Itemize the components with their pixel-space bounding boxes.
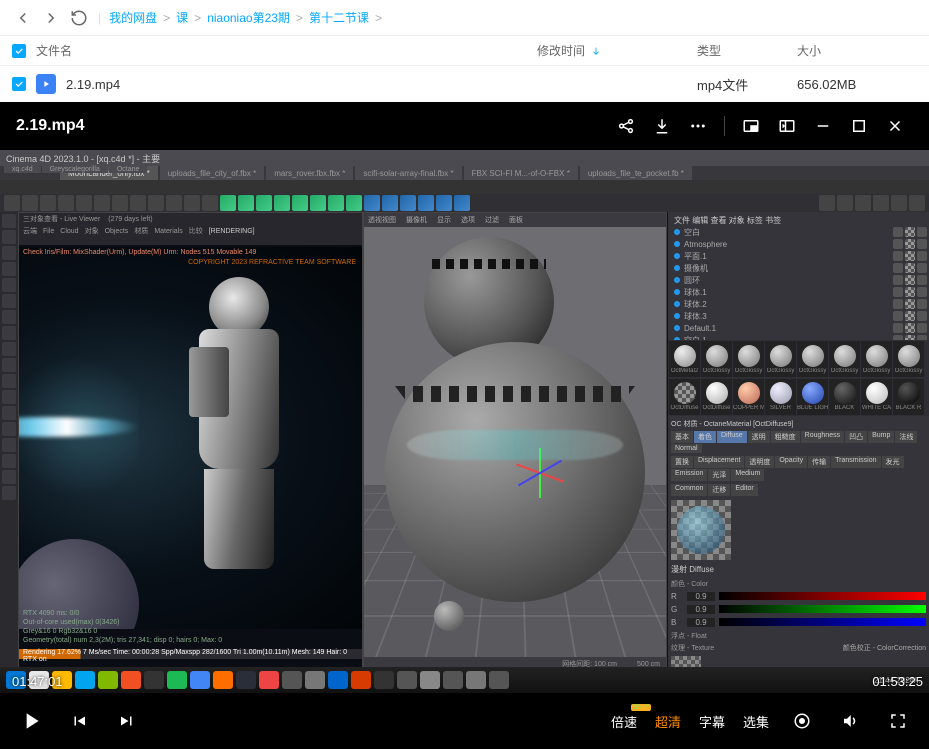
minimize-button[interactable] [805, 108, 841, 144]
play-button[interactable] [16, 706, 46, 736]
crumb-item[interactable]: 第十二节课 [309, 9, 369, 26]
c4d-window-title: Cinema 4D 2023.1.0 - [xq.c4d *] - 主要 [0, 150, 929, 166]
quality-button[interactable]: 超清 [655, 712, 681, 731]
refresh-button[interactable] [68, 7, 90, 29]
video-file-icon [36, 74, 56, 94]
c4d-toolbar [0, 194, 929, 212]
maximize-button[interactable] [841, 108, 877, 144]
forward-button[interactable] [40, 7, 62, 29]
attribute-manager: OC 材质 - OctaneMaterial [OctDiffuse9] 基本着… [668, 416, 929, 672]
material-preview [671, 500, 731, 560]
pip-button[interactable] [733, 108, 769, 144]
download-button[interactable] [644, 108, 680, 144]
c4d-left-toolbar [0, 212, 18, 672]
col-size[interactable]: 大小 [797, 42, 917, 59]
share-button[interactable] [608, 108, 644, 144]
close-button[interactable] [877, 108, 913, 144]
player-title: 2.19.mp4 [16, 117, 84, 135]
render-progress: Rendering 17.62% 7 Ms/sec Time: 00:00:28… [19, 649, 362, 659]
windows-taskbar: 21:44 2024/... [0, 667, 929, 693]
video-viewport[interactable]: Cinema 4D 2023.1.0 - [xq.c4d *] - 主要 Moo… [0, 150, 929, 693]
col-type[interactable]: 类型 [697, 42, 797, 59]
render-preview [19, 247, 362, 629]
crumb-item[interactable]: niaoniao第23期 [207, 9, 290, 26]
svip-badge: SVIP [631, 704, 651, 711]
c4d-right-panels: 文件 编辑 查看 对象 标签 书签空白Atmosphere平面.1摄像机圆环球体… [667, 212, 929, 672]
fullscreen-button[interactable] [883, 706, 913, 736]
more-button[interactable] [680, 108, 716, 144]
current-time: 01:47:01 [12, 674, 63, 689]
speed-button[interactable]: 倍速SVIP [611, 712, 637, 731]
volume-button[interactable] [835, 706, 865, 736]
breadcrumb: 我的网盘> 课> niaoniao第23期> 第十二节课> [109, 9, 382, 26]
crumb-item[interactable]: 课 [176, 9, 188, 26]
breadcrumb-bar: | 我的网盘> 课> niaoniao第23期> 第十二节课> [0, 0, 929, 36]
next-button[interactable] [112, 706, 142, 736]
episodes-button[interactable]: 选集 [743, 712, 769, 731]
object-manager: 文件 编辑 查看 对象 标签 书签空白Atmosphere平面.1摄像机圆环球体… [668, 212, 929, 340]
sidebar-toggle-button[interactable] [769, 108, 805, 144]
record-button[interactable] [787, 706, 817, 736]
subtitle-button[interactable]: 字幕 [699, 712, 725, 731]
player-titlebar: 2.19.mp4 [0, 102, 929, 150]
file-type: mp4文件 [697, 75, 797, 94]
file-size: 656.02MB [797, 77, 917, 92]
render-gpu-status: RTX 4090 ms: 0/0Out-of-core used(max) 0(… [23, 609, 358, 645]
col-date[interactable]: 修改时间 [537, 42, 697, 59]
crumb-item[interactable]: 我的网盘 [109, 9, 157, 26]
back-button[interactable] [12, 7, 34, 29]
col-name[interactable]: 文件名 [36, 42, 537, 59]
material-manager: OctMetal2OctGlossyOctGlossyOctGlossyOctG… [668, 340, 929, 416]
file-name: 2.19.mp4 [66, 77, 120, 92]
c4d-top-menu [0, 180, 929, 194]
select-all-checkbox[interactable] [12, 44, 26, 58]
sort-down-icon [591, 46, 601, 56]
prev-button[interactable] [64, 706, 94, 736]
row-checkbox[interactable] [12, 77, 26, 91]
player-controls: 倍速SVIP 超清 字幕 选集 [0, 693, 929, 749]
c4d-screenshot: Cinema 4D 2023.1.0 - [xq.c4d *] - 主要 Moo… [0, 150, 929, 693]
total-time: 01:53:25 [872, 674, 923, 689]
file-table-header: 文件名 修改时间 类型 大小 [0, 36, 929, 66]
c4d-perspective-viewport: 透视视图摄像机显示选项过滤面板 网格间距: 100 cm 500 cm [363, 212, 667, 672]
c4d-live-viewer: 三对象查看 - Live Viewer (279 days left) 云端Fi… [18, 212, 363, 672]
file-row[interactable]: 2.19.mp4 mp4文件 656.02MB [0, 66, 929, 102]
